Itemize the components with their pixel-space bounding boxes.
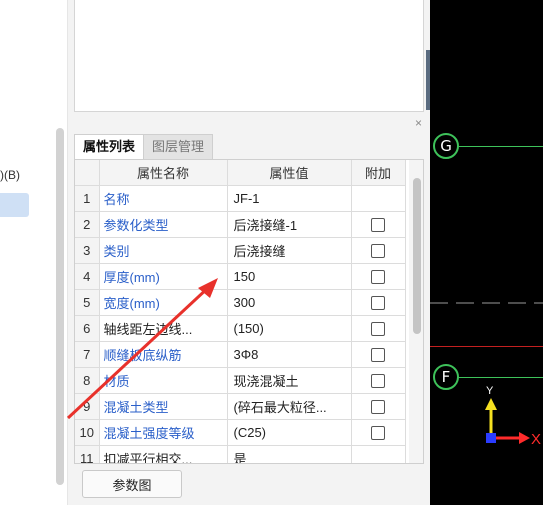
property-name: 扣减平行相交... (99, 445, 228, 463)
attach-cell (351, 315, 406, 342)
table-row[interactable]: 10 混凝土强度等级 (C25) (75, 419, 406, 446)
row-number: 4 (75, 263, 100, 290)
attach-checkbox[interactable] (371, 373, 385, 388)
property-name: 混凝土类型 (99, 393, 228, 420)
properties-panel: × 属性列表 图层管理 属性名称 属性值 附加 1 名称 JF-1 2 参数化类型 后浇接… (68, 0, 430, 505)
property-value-field[interactable]: 300 (227, 289, 352, 316)
property-value-field[interactable]: 3Φ8 (227, 341, 352, 368)
row-number: 7 (75, 341, 100, 368)
left-panel: )(B) (0, 0, 68, 505)
grid-scrollbar-thumb[interactable] (413, 178, 421, 334)
property-value-field[interactable]: 后浇接缝 (227, 237, 352, 264)
table-row[interactable]: 6 轴线距左边线... (150) (75, 315, 406, 342)
column-header-attach: 附加 (351, 160, 406, 186)
row-number: 11 (75, 445, 100, 463)
table-row[interactable]: 4 厚度(mm) 150 (75, 263, 406, 290)
left-panel-selected-item[interactable] (0, 193, 29, 217)
property-table: 属性名称 属性值 附加 1 名称 JF-1 2 参数化类型 后浇接缝-1 3 类别 后浇接缝 4 厚… (75, 160, 406, 463)
property-name: 顺缝板底纵筋 (99, 341, 228, 368)
attach-cell (351, 237, 406, 264)
attach-checkbox[interactable] (371, 399, 385, 414)
table-row[interactable]: 5 宽度(mm) 300 (75, 289, 406, 316)
red-boundary-line (430, 346, 543, 347)
property-name: 厚度(mm) (99, 263, 228, 290)
axis-marker-g[interactable]: G (433, 133, 459, 159)
attach-checkbox[interactable] (371, 243, 385, 258)
dashed-grid-line (430, 302, 543, 304)
table-header-row: 属性名称 属性值 附加 (75, 160, 406, 186)
attach-checkbox[interactable] (371, 295, 385, 310)
row-number: 3 (75, 237, 100, 264)
ucs-x-label: X (531, 431, 542, 448)
column-header-value: 属性值 (227, 160, 352, 186)
property-value-field[interactable]: 150 (227, 263, 352, 290)
attach-cell (351, 445, 406, 463)
left-panel-scrollbar[interactable] (56, 128, 64, 485)
attach-cell (351, 211, 406, 238)
row-number: 5 (75, 289, 100, 316)
table-row[interactable]: 7 顺缝板底纵筋 3Φ8 (75, 341, 406, 368)
property-name: 轴线距左边线... (99, 315, 228, 342)
drawing-canvas[interactable]: G F Y X (430, 0, 543, 505)
attach-cell (351, 419, 406, 446)
property-value-field[interactable]: (150) (227, 315, 352, 342)
left-panel-item-label[interactable]: )(B) (0, 168, 20, 182)
table-row[interactable]: 3 类别 后浇接缝 (75, 237, 406, 264)
ucs-y-label: Y (486, 385, 494, 397)
attach-cell (351, 341, 406, 368)
property-value-field[interactable]: JF-1 (227, 185, 352, 212)
close-icon[interactable]: × (415, 116, 422, 130)
attach-cell (351, 367, 406, 394)
row-number: 6 (75, 315, 100, 342)
property-value-field[interactable]: (C25) (227, 419, 352, 446)
attach-checkbox[interactable] (371, 321, 385, 336)
axis-line-f (459, 377, 543, 378)
property-name: 材质 (99, 367, 228, 394)
property-value-field[interactable]: 是 (227, 445, 352, 463)
preview-box (74, 0, 424, 112)
column-header-name: 属性名称 (99, 160, 228, 186)
table-row[interactable]: 8 材质 现浇混凝土 (75, 367, 406, 394)
table-row[interactable]: 1 名称 JF-1 (75, 185, 406, 212)
attach-cell (351, 289, 406, 316)
row-number: 2 (75, 211, 100, 238)
attach-checkbox[interactable] (371, 269, 385, 284)
tab-layer-management[interactable]: 图层管理 (144, 134, 214, 159)
table-row[interactable]: 11 扣减平行相交... 是 (75, 445, 406, 463)
property-grid: 属性名称 属性值 附加 1 名称 JF-1 2 参数化类型 后浇接缝-1 3 类别 后浇接缝 4 厚… (74, 159, 424, 464)
property-name: 参数化类型 (99, 211, 228, 238)
axis-line-g (459, 146, 543, 147)
row-number: 9 (75, 393, 100, 420)
attach-cell (351, 393, 406, 420)
attach-checkbox[interactable] (371, 425, 385, 440)
attach-cell (351, 185, 406, 212)
property-value-field[interactable]: (碎石最大粒径... (227, 393, 352, 420)
row-number: 8 (75, 367, 100, 394)
attach-checkbox[interactable] (371, 217, 385, 232)
property-name: 混凝土强度等级 (99, 419, 228, 446)
param-diagram-button[interactable]: 参数图 (82, 470, 182, 498)
table-row[interactable]: 2 参数化类型 后浇接缝-1 (75, 211, 406, 238)
property-value-field[interactable]: 后浇接缝-1 (227, 211, 352, 238)
property-name: 宽度(mm) (99, 289, 228, 316)
property-name: 名称 (99, 185, 228, 212)
tab-property-list[interactable]: 属性列表 (74, 134, 145, 159)
row-number: 10 (75, 419, 100, 446)
property-value-field[interactable]: 现浇混凝土 (227, 367, 352, 394)
properties-tabs: 属性列表 图层管理 (74, 134, 214, 159)
row-number: 1 (75, 185, 100, 212)
column-header-index (75, 160, 100, 186)
attach-checkbox[interactable] (371, 347, 385, 362)
attach-cell (351, 263, 406, 290)
property-name: 类别 (99, 237, 228, 264)
table-row[interactable]: 9 混凝土类型 (碎石最大粒径... (75, 393, 406, 420)
